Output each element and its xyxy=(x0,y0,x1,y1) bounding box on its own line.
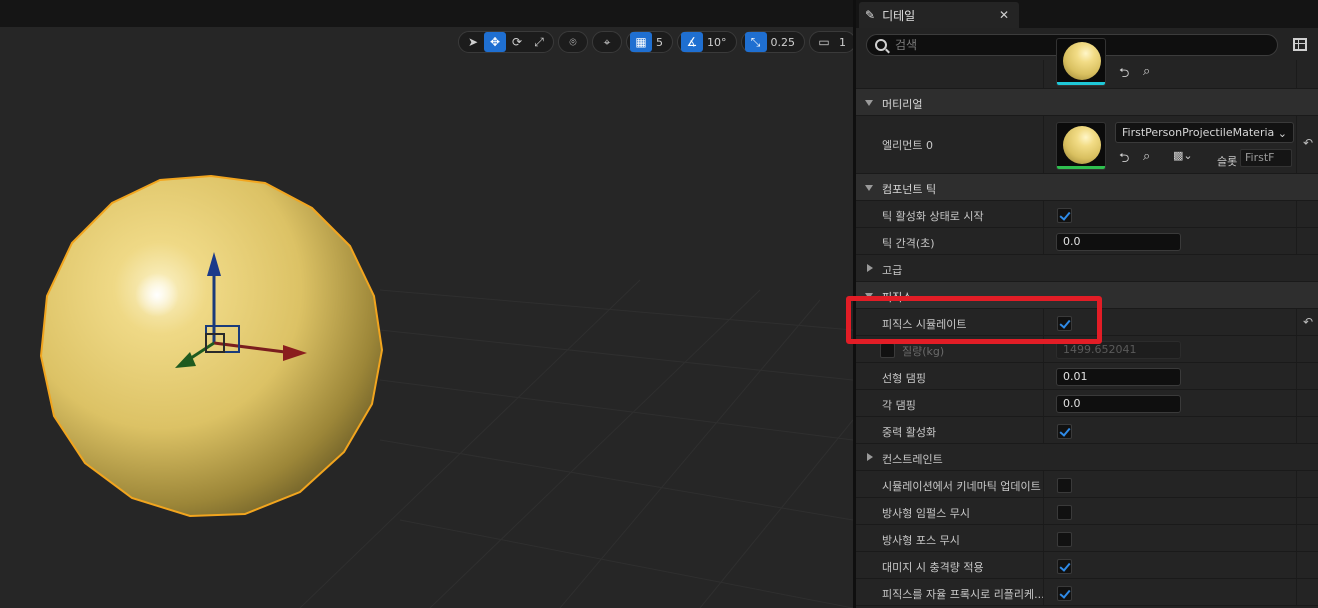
tick-start-enabled-label: 틱 활성화 상태로 시작 xyxy=(882,210,984,223)
use-selected-icon[interactable]: ⮌ xyxy=(1119,149,1129,171)
scale-tool-icon[interactable]: ⤢ xyxy=(528,32,550,52)
ignore-radial-force-row: 방사형 포스 무시 xyxy=(856,525,1318,552)
pencil-icon: ✎ xyxy=(865,8,876,22)
mass-override-checkbox[interactable] xyxy=(880,343,895,358)
expand-arrow-icon xyxy=(865,100,873,106)
close-icon[interactable]: ✕ xyxy=(999,8,1009,22)
mass-label: 질량(kg) xyxy=(902,345,945,358)
material-element-row: 엘리먼트 0 FirstPersonProjectileMateria ⌄ ⮌ … xyxy=(856,116,1318,174)
highlight-box xyxy=(846,296,1102,344)
slot-label: 슬롯 xyxy=(1217,155,1238,168)
transform-tools-group: ➤ ✥ ⟳ ⤢ xyxy=(458,31,554,53)
checker-icon[interactable]: ▩⌄ xyxy=(1173,149,1193,162)
browse-icon[interactable]: ⌕ xyxy=(1143,149,1150,164)
partial-static-mesh-row: ⮌ ⌕ xyxy=(856,38,1318,89)
search-icon xyxy=(875,39,887,51)
scale-snap-icon[interactable]: ⤡ xyxy=(744,32,767,52)
damage-impulse-checkbox[interactable] xyxy=(1057,559,1072,574)
linear-damping-field[interactable]: 0.01 xyxy=(1056,368,1181,386)
rotation-snap-icon[interactable]: ∡ xyxy=(681,32,703,52)
static-mesh-thumbnail[interactable] xyxy=(1056,38,1106,86)
linear-damping-row: 선형 댐핑 0.01 xyxy=(856,363,1318,390)
ignore-radial-force-checkbox[interactable] xyxy=(1057,532,1072,547)
tab-details-label: 디테일 xyxy=(882,8,916,23)
table-view-icon[interactable] xyxy=(1293,38,1307,51)
details-tabbar: ✎ 디테일 ✕ xyxy=(856,0,1318,28)
enable-gravity-checkbox[interactable] xyxy=(1057,424,1072,439)
surface-snap-group: ⌖ xyxy=(592,31,622,53)
kinematic-update-label: 시뮬레이션에서 키네마틱 업데이트 xyxy=(882,480,1041,493)
material-element-label: 엘리먼트 0 xyxy=(882,139,933,152)
material-combo[interactable]: FirstPersonProjectileMateria ⌄ xyxy=(1115,122,1294,143)
rotate-tool-icon[interactable]: ⟳ xyxy=(506,32,528,52)
angular-damping-field[interactable]: 0.0 xyxy=(1056,395,1181,413)
damage-impulse-row: 대미지 시 충격량 적용 xyxy=(856,552,1318,579)
expand-arrow-icon xyxy=(867,264,873,272)
use-selected-icon[interactable]: ⮌ xyxy=(1119,64,1129,86)
specular-highlight xyxy=(135,273,179,317)
section-advanced-label: 고급 xyxy=(882,264,903,277)
ignore-radial-impulse-row: 방사형 임펄스 무시 xyxy=(856,498,1318,525)
tick-interval-field[interactable]: 0.0 xyxy=(1056,233,1181,251)
grid-snap-group: ▦ 5 xyxy=(626,31,673,53)
angular-damping-row: 각 댐핑 0.0 xyxy=(856,390,1318,417)
slot-field[interactable]: FirstF xyxy=(1240,149,1292,167)
replicate-physics-label: 피직스를 자율 프록시로 리플리케... xyxy=(882,588,1045,601)
expand-arrow-icon xyxy=(865,185,873,191)
select-tool-icon[interactable]: ➤ xyxy=(462,32,484,52)
chevron-down-icon: ⌄ xyxy=(1277,127,1287,140)
camera-speed-value[interactable]: 1 xyxy=(835,36,852,49)
enable-gravity-label: 중력 활성화 xyxy=(882,426,937,439)
section-material-label: 머티리얼 xyxy=(882,98,923,111)
grid-snap-value[interactable]: 5 xyxy=(652,36,669,49)
surface-snap-icon[interactable]: ⌖ xyxy=(596,32,618,52)
reset-to-default-icon[interactable]: ↶ xyxy=(1303,315,1313,329)
section-advanced[interactable]: 고급 xyxy=(856,255,1318,282)
coordinate-space-group: ⌾ xyxy=(558,31,588,53)
damage-impulse-label: 대미지 시 충격량 적용 xyxy=(882,561,984,574)
editor-window: ➤ ✥ ⟳ ⤢ ⌾ ⌖ ▦ 5 ∡ 10° ⤡ 0.25 ▭ 1 ✎ 디테일 ✕… xyxy=(0,0,1318,608)
viewport-scene xyxy=(39,174,853,608)
section-constraints[interactable]: 컨스트레인트 xyxy=(856,444,1318,471)
material-thumbnail[interactable] xyxy=(1056,122,1106,170)
enable-gravity-row: 중력 활성화 xyxy=(856,417,1318,444)
tab-details[interactable]: ✎ 디테일 ✕ xyxy=(859,2,1019,28)
rotation-snap-group: ∡ 10° xyxy=(677,31,737,53)
section-component-tick-label: 컴포넌트 틱 xyxy=(882,183,937,196)
tick-start-enabled-checkbox[interactable] xyxy=(1057,208,1072,223)
replicate-physics-row: 피직스를 자율 프록시로 리플리케... xyxy=(856,579,1318,606)
ignore-radial-impulse-checkbox[interactable] xyxy=(1057,505,1072,520)
camera-speed-group: ▭ 1 xyxy=(809,31,853,53)
rotation-snap-value[interactable]: 10° xyxy=(703,36,733,49)
browse-icon[interactable]: ⌕ xyxy=(1143,64,1150,79)
ignore-radial-impulse-label: 방사형 임펄스 무시 xyxy=(882,507,970,520)
translate-tool-icon[interactable]: ✥ xyxy=(484,32,506,52)
camera-icon[interactable]: ▭ xyxy=(813,32,835,52)
ignore-radial-force-label: 방사형 포스 무시 xyxy=(882,534,960,547)
scale-snap-group: ⤡ 0.25 xyxy=(740,31,805,53)
tick-interval-label: 틱 간격(초) xyxy=(882,237,935,250)
viewport-toolbar: ➤ ✥ ⟳ ⤢ ⌾ ⌖ ▦ 5 ∡ 10° ⤡ 0.25 ▭ 1 xyxy=(458,31,853,53)
kinematic-update-checkbox[interactable] xyxy=(1057,478,1072,493)
world-space-icon[interactable]: ⌾ xyxy=(562,32,584,52)
tick-interval-row: 틱 간격(초) 0.0 xyxy=(856,228,1318,255)
angular-damping-label: 각 댐핑 xyxy=(882,399,916,412)
section-material[interactable]: 머티리얼 xyxy=(856,89,1318,116)
expand-arrow-icon xyxy=(867,453,873,461)
section-component-tick[interactable]: 컴포넌트 틱 xyxy=(856,174,1318,201)
level-viewport[interactable]: ➤ ✥ ⟳ ⤢ ⌾ ⌖ ▦ 5 ∡ 10° ⤡ 0.25 ▭ 1 xyxy=(0,0,853,608)
linear-damping-label: 선형 댐핑 xyxy=(882,372,926,385)
replicate-physics-checkbox[interactable] xyxy=(1057,586,1072,601)
reset-to-default-icon[interactable]: ↶ xyxy=(1303,136,1313,150)
material-name: FirstPersonProjectileMateria xyxy=(1122,126,1275,139)
kinematic-update-row: 시뮬레이션에서 키네마틱 업데이트 xyxy=(856,471,1318,498)
tick-start-enabled-row: 틱 활성화 상태로 시작 xyxy=(856,201,1318,228)
grid-snap-icon[interactable]: ▦ xyxy=(630,32,652,52)
section-constraints-label: 컨스트레인트 xyxy=(882,453,943,466)
scale-snap-value[interactable]: 0.25 xyxy=(767,36,802,49)
